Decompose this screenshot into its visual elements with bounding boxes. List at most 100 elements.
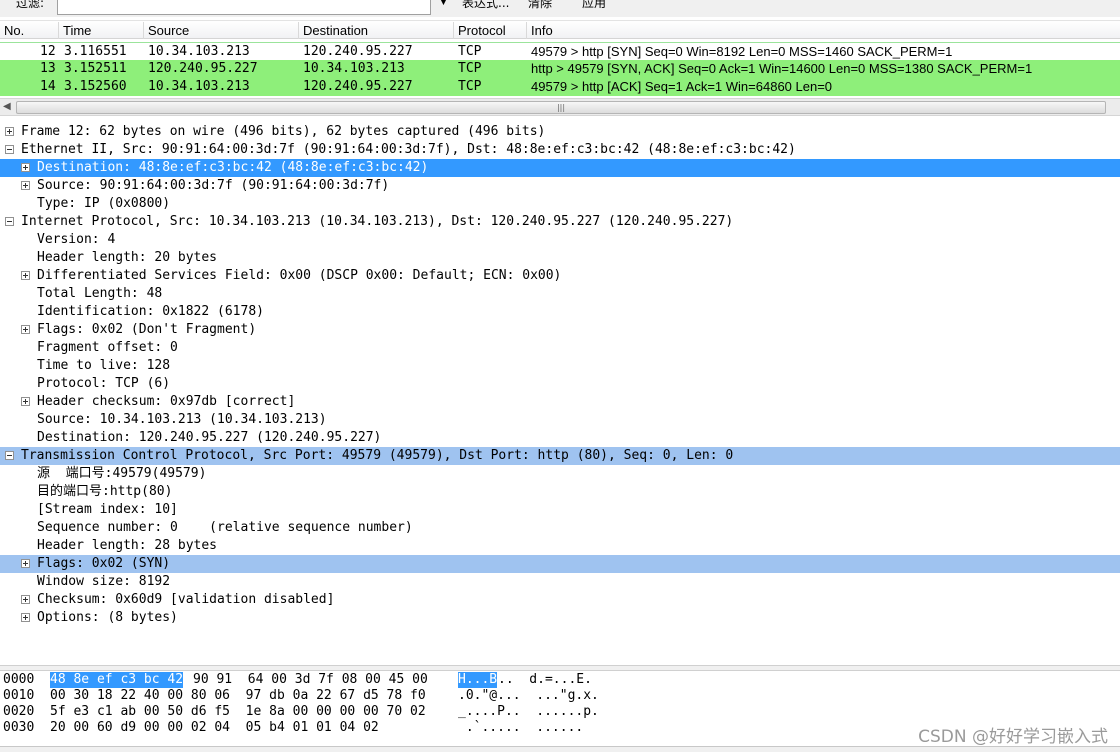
collapse-icon[interactable]	[5, 217, 14, 226]
expression-button[interactable]: 表达式...	[462, 0, 509, 11]
tree-field[interactable]: Header length: 28 bytes	[0, 537, 1120, 555]
tree-node[interactable]: Checksum: 0x60d9 [validation disabled]	[0, 591, 1120, 609]
packet-destination: 120.240.95.227	[303, 79, 413, 94]
bytes-hex[interactable]: 20 00 60 d9 00 00 02 04 05 b4 01 01 04 0…	[50, 720, 379, 736]
tree-field[interactable]: Source: 10.34.103.213 (10.34.103.213)	[0, 411, 1120, 429]
expand-icon[interactable]	[21, 613, 30, 622]
tree-field[interactable]: Total Length: 48	[0, 285, 1120, 303]
tree-label: Ethernet II, Src: 90:91:64:00:3d:7f (90:…	[21, 142, 796, 157]
bytes-offset: 0010	[3, 688, 35, 703]
bytes-offset: 0020	[3, 704, 35, 719]
clear-button[interactable]: 清除	[528, 0, 552, 11]
bytes-row[interactable]: 0020 5f e3 c1 ab 00 50 d6 f5 1e 8a 00 00 …	[0, 704, 1120, 720]
tree-node[interactable]: Frame 12: 62 bytes on wire (496 bits), 6…	[0, 123, 1120, 141]
tree-label: Sequence number: 0 (relative sequence nu…	[37, 520, 413, 535]
tree-label: Total Length: 48	[37, 286, 163, 301]
packet-info: 49579 > http [ACK] Seq=1 Ack=1 Win=64860…	[531, 79, 833, 94]
tree-label: Type: IP (0x0800)	[37, 196, 171, 211]
tree-label: Fragment offset: 0	[37, 340, 178, 355]
packet-time: 3.152511	[64, 61, 127, 76]
tree-node[interactable]: Flags: 0x02 (SYN)	[0, 555, 1120, 573]
packet-list: 12 3.116551 10.34.103.213 120.240.95.227…	[0, 42, 1120, 96]
tree-label: [Stream index: 10]	[37, 502, 178, 517]
tree-field[interactable]: 目的端口号:http(80)	[0, 483, 1120, 501]
apply-button[interactable]: 应用	[582, 0, 606, 11]
tree-label: Version: 4	[37, 232, 116, 247]
bytes-hex[interactable]: 90 91 64 00 3d 7f 08 00 45 00	[193, 672, 428, 688]
packet-time: 3.116551	[64, 44, 127, 59]
tree-field[interactable]: [Stream index: 10]	[0, 501, 1120, 519]
packet-row[interactable]: 12 3.116551 10.34.103.213 120.240.95.227…	[0, 42, 1120, 60]
tree-field[interactable]: Time to live: 128	[0, 357, 1120, 375]
expand-icon[interactable]	[21, 181, 30, 190]
tree-node[interactable]: Options: (8 bytes)	[0, 609, 1120, 627]
expand-icon[interactable]	[21, 559, 30, 568]
bytes-hex[interactable]: 5f e3 c1 ab 00 50 d6 f5 1e 8a 00 00 00 0…	[50, 704, 426, 720]
tree-label: Internet Protocol, Src: 10.34.103.213 (1…	[21, 214, 734, 229]
tree-node[interactable]: Transmission Control Protocol, Src Port:…	[0, 447, 1120, 465]
bytes-hex[interactable]: 00 30 18 22 40 00 80 06 97 db 0a 22 67 d…	[50, 688, 426, 704]
tree-label: 目的端口号:http(80)	[37, 484, 173, 499]
packet-row[interactable]: 14 3.152560 10.34.103.213 120.240.95.227…	[0, 78, 1120, 96]
tree-node[interactable]: Source: 90:91:64:00:3d:7f (90:91:64:00:3…	[0, 177, 1120, 195]
tree-field[interactable]: 源 端口号:49579(49579)	[0, 465, 1120, 483]
column-header-protocol[interactable]: Protocol	[453, 22, 526, 39]
chevron-down-icon[interactable]: ▼	[440, 0, 447, 7]
column-header-time[interactable]: Time	[58, 22, 143, 39]
horizontal-scrollbar[interactable]: ◀ |||	[0, 98, 1120, 116]
bytes-offset: 0030	[3, 720, 35, 735]
bytes-row[interactable]: 0010 00 30 18 22 40 00 80 06 97 db 0a 22 …	[0, 688, 1120, 704]
packet-row[interactable]: 13 3.152511 120.240.95.227 10.34.103.213…	[0, 60, 1120, 78]
expand-icon[interactable]	[21, 325, 30, 334]
tree-node[interactable]: Header checksum: 0x97db [correct]	[0, 393, 1120, 411]
bytes-hex-selected[interactable]: 48 8e ef c3 bc 42	[50, 672, 184, 688]
tree-field[interactable]: Version: 4	[0, 231, 1120, 249]
expand-icon[interactable]	[5, 127, 14, 136]
pane-splitter[interactable]	[0, 665, 1120, 671]
tree-field[interactable]: Header length: 20 bytes	[0, 249, 1120, 267]
packet-no: 12	[40, 44, 56, 59]
collapse-icon[interactable]	[5, 145, 14, 154]
expand-icon[interactable]	[21, 397, 30, 406]
tree-label: Source: 10.34.103.213 (10.34.103.213)	[37, 412, 327, 427]
tree-label: Destination: 48:8e:ef:c3:bc:42 (48:8e:ef…	[37, 160, 429, 175]
column-header-info[interactable]: Info	[526, 22, 1120, 39]
tree-field[interactable]: Sequence number: 0 (relative sequence nu…	[0, 519, 1120, 537]
packet-source: 120.240.95.227	[148, 61, 258, 76]
tree-field[interactable]: Protocol: TCP (6)	[0, 375, 1120, 393]
column-header-destination[interactable]: Destination	[298, 22, 453, 39]
bytes-ascii[interactable]: _....P.. ......p.	[458, 704, 599, 720]
tree-field[interactable]: Identification: 0x1822 (6178)	[0, 303, 1120, 321]
tree-node[interactable]: Internet Protocol, Src: 10.34.103.213 (1…	[0, 213, 1120, 231]
column-header-no[interactable]: No.	[0, 22, 58, 39]
packet-protocol: TCP	[458, 61, 482, 76]
scroll-left-icon[interactable]: ◀	[3, 101, 11, 112]
packet-details-tree: Frame 12: 62 bytes on wire (496 bits), 6…	[0, 123, 1120, 627]
bytes-row[interactable]: 0000 48 8e ef c3 bc 42 90 91 64 00 3d 7f 0…	[0, 672, 1120, 688]
tree-field[interactable]: Fragment offset: 0	[0, 339, 1120, 357]
filter-input[interactable]	[57, 0, 431, 15]
expand-icon[interactable]	[21, 595, 30, 604]
packet-info: 49579 > http [SYN] Seq=0 Win=8192 Len=0 …	[531, 44, 953, 59]
tree-node[interactable]: Differentiated Services Field: 0x00 (DSC…	[0, 267, 1120, 285]
expand-icon[interactable]	[21, 271, 30, 280]
bytes-ascii[interactable]: .. d.=...E.	[498, 672, 592, 688]
packet-no: 13	[40, 61, 56, 76]
packet-source: 10.34.103.213	[148, 79, 250, 94]
bytes-ascii[interactable]: .`..... ......	[458, 720, 583, 736]
tree-field[interactable]: Window size: 8192	[0, 573, 1120, 591]
column-header-source[interactable]: Source	[143, 22, 298, 39]
bytes-ascii-selected[interactable]: H...B	[458, 672, 498, 688]
tree-node[interactable]: Flags: 0x02 (Don't Fragment)	[0, 321, 1120, 339]
tree-node[interactable]: Destination: 48:8e:ef:c3:bc:42 (48:8e:ef…	[0, 159, 1120, 177]
collapse-icon[interactable]	[5, 451, 14, 460]
tree-label: Header length: 28 bytes	[37, 538, 218, 553]
tree-field[interactable]: Destination: 120.240.95.227 (120.240.95.…	[0, 429, 1120, 447]
tree-field[interactable]: Type: IP (0x0800)	[0, 195, 1120, 213]
expand-icon[interactable]	[21, 163, 30, 172]
watermark: CSDN @好好学习嵌入式	[918, 727, 1108, 747]
packet-destination: 10.34.103.213	[303, 61, 405, 76]
scrollbar-thumb[interactable]: |||	[16, 101, 1106, 114]
tree-node[interactable]: Ethernet II, Src: 90:91:64:00:3d:7f (90:…	[0, 141, 1120, 159]
bytes-ascii[interactable]: .0."@... ..."g.x.	[458, 688, 599, 704]
